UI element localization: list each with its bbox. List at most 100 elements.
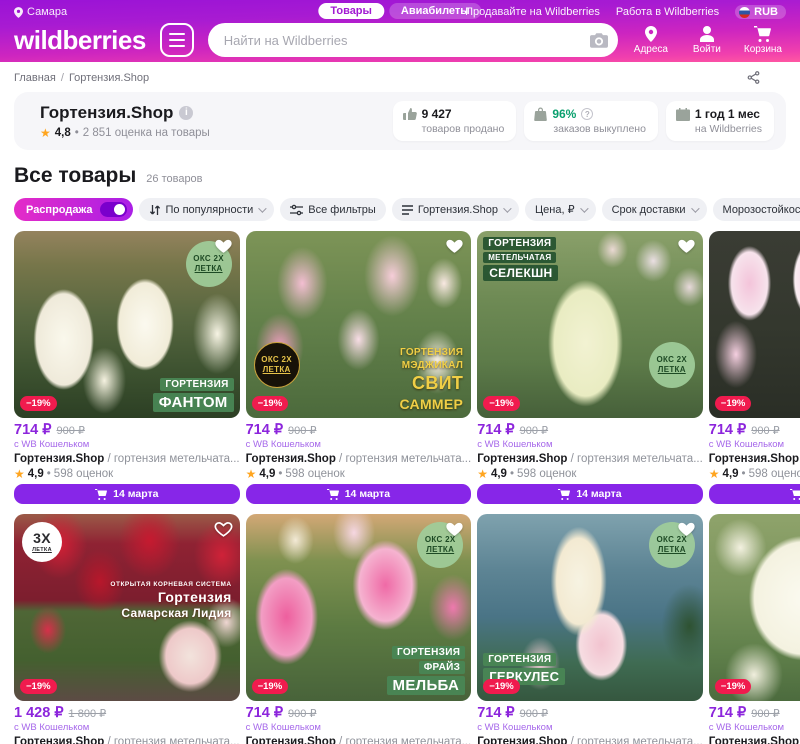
- pin-icon: [643, 26, 659, 42]
- top-tab[interactable]: Товары: [318, 3, 384, 19]
- product-card[interactable]: ОКС 2хЛЕТКА ГОРТЕНЗИЯФРАЙЗМЕЛЬБА −19% 71…: [246, 514, 472, 744]
- site-header: Самара ТоварыАвиабилеты Продавайте на Wi…: [0, 0, 800, 62]
- sell-on-wb-link[interactable]: Продавайте на Wildberries: [465, 6, 600, 18]
- wildberries-logo[interactable]: wildberries: [14, 25, 146, 56]
- filter-label: Срок доставки: [612, 204, 686, 216]
- delivery-button[interactable]: 14 марта: [709, 484, 800, 504]
- catalog-menu-button[interactable]: [160, 23, 194, 57]
- favorite-heart-icon[interactable]: [445, 520, 464, 537]
- russia-flag-icon: [739, 7, 750, 18]
- price: 714 ₽: [246, 422, 283, 438]
- share-icon[interactable]: [747, 71, 760, 84]
- product-image[interactable]: ОКС 2хЛЕТКА ГОРТЕНЗИЯГЕРКУЛЕС −19%: [477, 514, 703, 701]
- filter-pill[interactable]: Цена, ₽: [525, 198, 596, 221]
- reviews-count: 598 оценок: [285, 468, 344, 480]
- product-image[interactable]: 3хЛЕТКА ОТКРЫТАЯ КОРНЕВАЯ СИСТЕМАГортенз…: [14, 514, 240, 701]
- product-description: / гортензия метельчата...: [336, 736, 471, 744]
- product-image[interactable]: ОКС 2хЛЕТКА ГОРТЕНЗИЯФРАЙЗМЕЛЬБА −19%: [246, 514, 472, 701]
- product-title[interactable]: Гортензия.Shop / гортензия метельчата...: [246, 453, 472, 465]
- product-title[interactable]: Гортензия.Shop / гортензия метельчата...: [709, 736, 800, 744]
- filter-pill[interactable]: Срок доставки: [602, 198, 707, 221]
- product-rating: 4,9: [28, 468, 44, 480]
- delivery-button[interactable]: 14 марта: [14, 484, 240, 504]
- header-action-войти[interactable]: Войти: [688, 26, 726, 55]
- action-label: Корзина: [744, 44, 782, 55]
- old-price: 1 800 ₽: [69, 707, 107, 720]
- wallet-price-note: с WB Кошельком: [477, 439, 703, 450]
- stat-value: 1 год 1 мес: [695, 107, 760, 121]
- delivery-button[interactable]: 14 марта: [246, 484, 472, 504]
- product-card[interactable]: ОКС 2хЛЕТКА ГОРТЕНЗИЯГЕРКУЛЕС −19% 714 ₽…: [477, 514, 703, 744]
- stat-label: товаров продано: [403, 123, 505, 135]
- info-icon[interactable]: i: [179, 106, 193, 120]
- header-action-корзина[interactable]: Корзина: [744, 26, 782, 55]
- product-card[interactable]: ОКС 2хЛЕТКА ГОРТЕНЗИЯМЕТЕЛЬЧАТАЯСЕЛЕКШН …: [477, 231, 703, 504]
- action-label: Войти: [693, 44, 721, 55]
- discount-badge: −19%: [715, 679, 752, 694]
- product-card[interactable]: ОКС 2хЛЕТКА ГОРТЕНЗИЯМЭДЖИКАЛСВИТСАММЕР …: [246, 231, 472, 504]
- products-count: 26 товаров: [146, 173, 202, 185]
- favorite-heart-icon[interactable]: [214, 237, 233, 254]
- currency-label: RUB: [754, 6, 778, 18]
- filter-pill[interactable]: Морозостойкость: [713, 198, 800, 221]
- header-action-адреса[interactable]: Адреса: [632, 26, 670, 55]
- currency-selector[interactable]: RUB: [735, 5, 786, 19]
- favorite-heart-icon[interactable]: [214, 520, 233, 537]
- delivery-button[interactable]: 14 марта: [477, 484, 703, 504]
- question-icon[interactable]: ?: [581, 108, 593, 120]
- discount-badge: −19%: [252, 396, 289, 411]
- sale-toggle[interactable]: Распродажа: [14, 198, 133, 221]
- product-grid: ОКС 2хЛЕТКА ГОРТЕНЗИЯФАНТОМ −19% 714 ₽ 9…: [14, 231, 786, 744]
- star-icon: ★: [14, 467, 25, 481]
- favorite-heart-icon[interactable]: [677, 237, 696, 254]
- top-strip: Самара ТоварыАвиабилеты Продавайте на Wi…: [0, 0, 800, 24]
- product-card[interactable]: ОКС 2хЛЕТКА ГОРТЕНЗИЯСАММЕРЛАВ −19% 714 …: [709, 231, 800, 504]
- product-description: / гортензия метельчата...: [336, 453, 471, 465]
- product-image[interactable]: ОКС 2хЛЕТКА ГОРТЕНЗИЯСАММЕРЛАВ −19%: [709, 231, 800, 418]
- product-title[interactable]: Гортензия.Shop / гортензия метельчата...: [14, 453, 240, 465]
- price: 714 ₽: [246, 705, 283, 721]
- toggle-switch[interactable]: [100, 202, 127, 217]
- product-card[interactable]: ОКС 2хЛЕТКА ГОРТЕНЗИЯФАНТОМ −19% 714 ₽ 9…: [14, 231, 240, 504]
- old-price: 900 ₽: [751, 707, 779, 720]
- pin-icon: [14, 7, 23, 18]
- chevron-down-icon: [580, 204, 588, 212]
- product-title[interactable]: Гортензия.Shop / гортензия метельчата...: [709, 453, 800, 465]
- breadcrumb: Главная/Гортензия.Shop: [14, 72, 149, 84]
- star-icon: ★: [477, 467, 488, 481]
- product-title[interactable]: Гортензия.Shop / гортензия метельчата...: [246, 736, 472, 744]
- shop-stats: 9 427товаров продано96%?заказов выкуплен…: [393, 101, 774, 141]
- delivery-date: 14 марта: [113, 488, 158, 500]
- location-selector[interactable]: Самара: [14, 6, 67, 18]
- filter-pill[interactable]: По популярности: [139, 198, 275, 221]
- product-image[interactable]: ОКС 2хЛЕТКА ГОРТЕНЗИЯСКАЙФОЛЛ −19%: [709, 514, 800, 701]
- product-title[interactable]: Гортензия.Shop / гортензия метельчата...: [14, 736, 240, 744]
- product-description: / гортензия метельчата...: [104, 736, 239, 744]
- old-price: 900 ₽: [520, 707, 548, 720]
- price: 1 428 ₽: [14, 705, 64, 721]
- favorite-heart-icon[interactable]: [677, 520, 696, 537]
- breadcrumb-item[interactable]: Главная: [14, 72, 56, 84]
- product-title[interactable]: Гортензия.Shop / гортензия метельчата...: [477, 453, 703, 465]
- product-image[interactable]: ОКС 2хЛЕТКА ГОРТЕНЗИЯМЕТЕЛЬЧАТАЯСЕЛЕКШН …: [477, 231, 703, 418]
- age-badge: ОКС 2хЛЕТКА: [649, 342, 695, 388]
- work-at-wb-link[interactable]: Работа в Wildberries: [616, 6, 719, 18]
- product-title[interactable]: Гортензия.Shop / гортензия метельчата...: [477, 736, 703, 744]
- user-icon: [699, 26, 715, 42]
- favorite-heart-icon[interactable]: [445, 237, 464, 254]
- photo-search-icon[interactable]: [590, 33, 608, 48]
- filter-pill[interactable]: Гортензия.Shop: [392, 198, 519, 221]
- search-bar[interactable]: [208, 23, 618, 57]
- product-image[interactable]: ОКС 2хЛЕТКА ГОРТЕНЗИЯФАНТОМ −19%: [14, 231, 240, 418]
- search-input[interactable]: [224, 33, 590, 48]
- shop-stat: 1 год 1 месна Wildberries: [666, 101, 774, 141]
- filter-pill[interactable]: Все фильтры: [280, 198, 386, 221]
- shop-rating: 4,8: [55, 127, 71, 139]
- price: 714 ₽: [709, 705, 746, 721]
- top-links: Продавайте на Wildberries Работа в Wildb…: [465, 5, 786, 19]
- product-card[interactable]: 3хЛЕТКА ОТКРЫТАЯ КОРНЕВАЯ СИСТЕМАГортенз…: [14, 514, 240, 744]
- breadcrumb-item[interactable]: Гортензия.Shop: [69, 72, 149, 84]
- product-image[interactable]: ОКС 2хЛЕТКА ГОРТЕНЗИЯМЭДЖИКАЛСВИТСАММЕР …: [246, 231, 472, 418]
- star-icon: ★: [709, 467, 720, 481]
- product-card[interactable]: ОКС 2хЛЕТКА ГОРТЕНЗИЯСКАЙФОЛЛ −19% 714 ₽…: [709, 514, 800, 744]
